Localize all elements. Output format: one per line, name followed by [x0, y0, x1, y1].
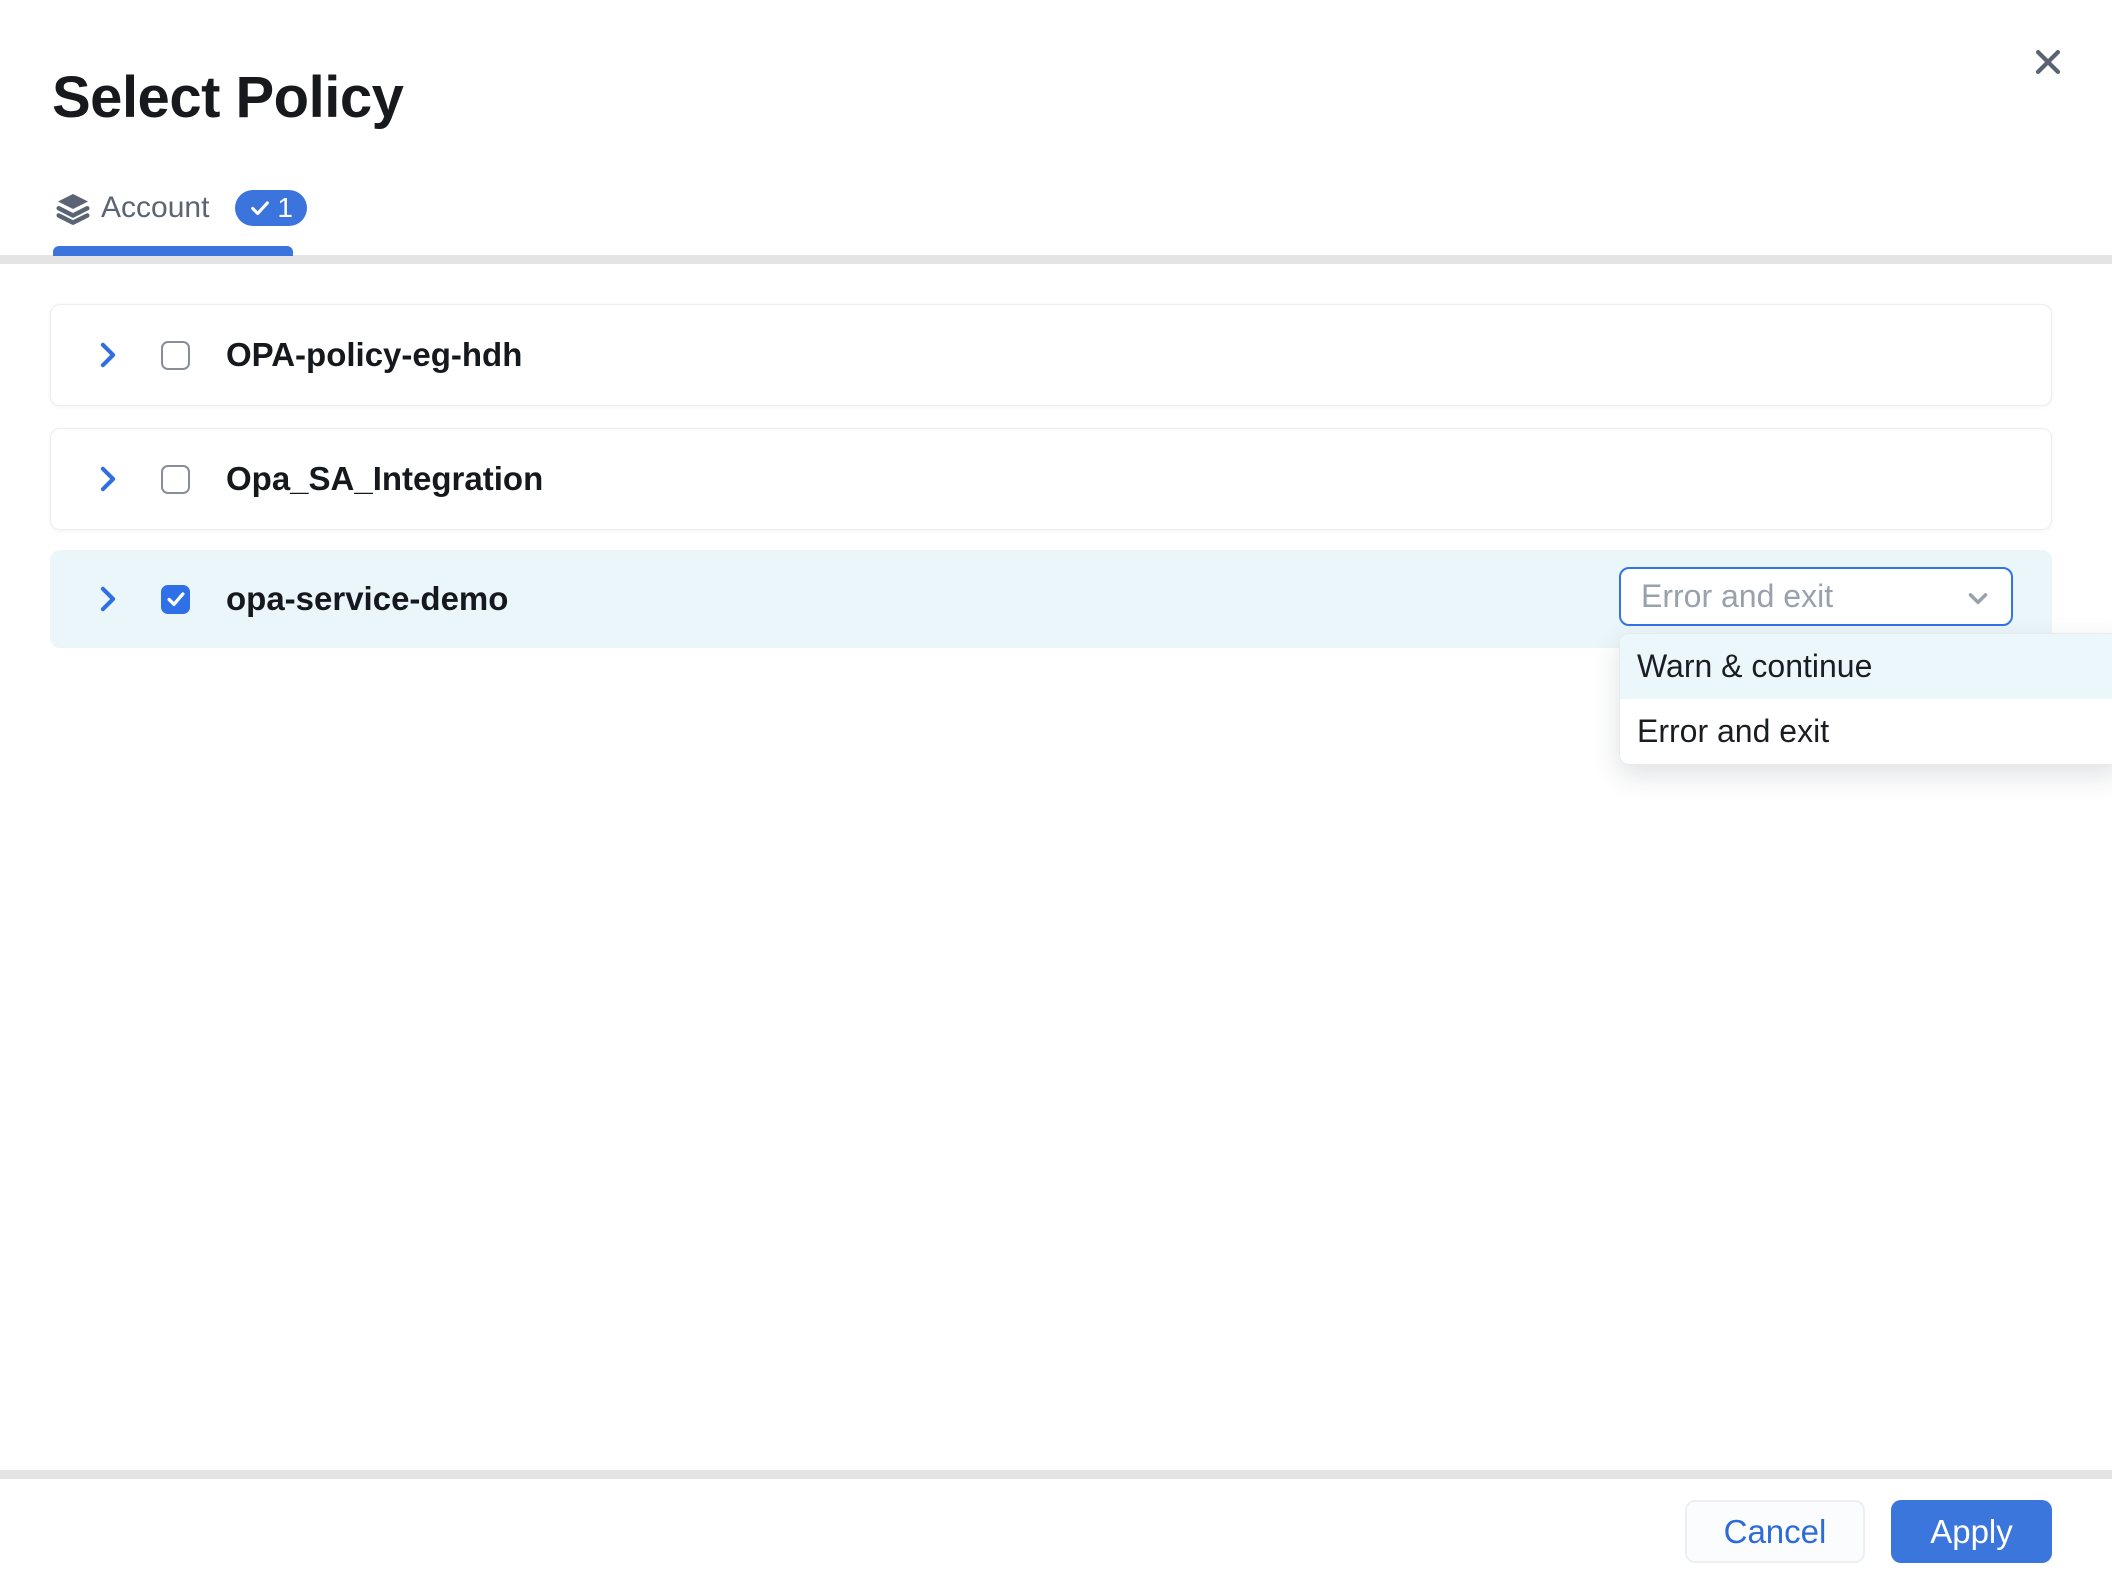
- policy-checkbox[interactable]: [161, 465, 190, 494]
- selected-count: 1: [277, 194, 293, 222]
- active-tab-underline: [53, 246, 293, 256]
- tab-account-label: Account: [101, 191, 209, 225]
- layers-icon: [55, 191, 91, 227]
- chevron-down-icon: [1963, 583, 1993, 618]
- page-title: Select Policy: [52, 64, 403, 131]
- select-policy-dialog: Select Policy Account 1: [0, 0, 2112, 1580]
- expand-chevron-icon[interactable]: [96, 585, 120, 613]
- check-icon: [249, 197, 271, 219]
- menu-option-warn-continue[interactable]: Warn & continue: [1620, 634, 2112, 699]
- policy-name: opa-service-demo: [226, 580, 508, 618]
- failure-action-menu: Warn & continue Error and exit: [1619, 633, 2112, 765]
- apply-button[interactable]: Apply: [1891, 1500, 2052, 1563]
- policy-checkbox[interactable]: [161, 341, 190, 370]
- cancel-button[interactable]: Cancel: [1685, 1500, 1865, 1563]
- selected-count-badge: 1: [235, 190, 307, 226]
- failure-action-selected-value: Error and exit: [1641, 578, 1833, 615]
- policy-row: OPA-policy-eg-hdh: [50, 304, 2052, 406]
- menu-option-error-exit[interactable]: Error and exit: [1620, 699, 2112, 764]
- failure-action-select[interactable]: Error and exit: [1619, 567, 2013, 626]
- close-icon[interactable]: [2026, 40, 2070, 84]
- check-icon: [165, 588, 187, 610]
- policy-name: Opa_SA_Integration: [226, 460, 543, 498]
- tab-account[interactable]: Account 1: [55, 189, 307, 227]
- expand-chevron-icon[interactable]: [96, 341, 120, 369]
- expand-chevron-icon[interactable]: [96, 465, 120, 493]
- policy-checkbox-checked[interactable]: [161, 585, 190, 614]
- tab-divider: [0, 255, 2112, 264]
- footer-divider: [0, 1470, 2112, 1479]
- policy-row: Opa_SA_Integration: [50, 428, 2052, 530]
- policy-name: OPA-policy-eg-hdh: [226, 336, 522, 374]
